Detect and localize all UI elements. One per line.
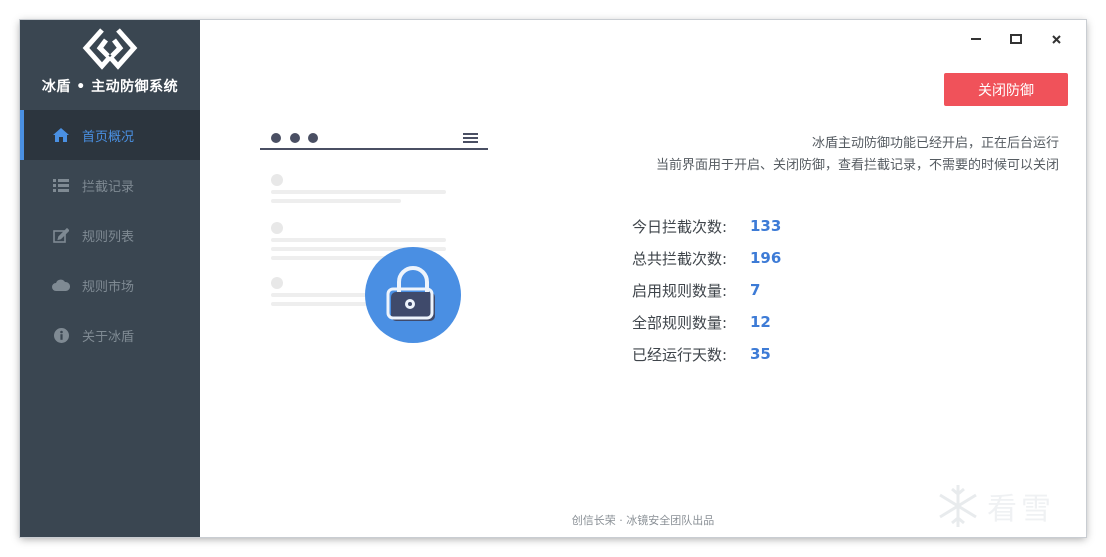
stat-label: 全部规则数量: <box>632 313 728 332</box>
stat-value: 196 <box>750 249 782 267</box>
sidebar-item-label: 关于冰盾 <box>82 329 135 345</box>
maximize-button[interactable] <box>996 28 1036 50</box>
logo-icon <box>82 26 138 70</box>
snowflake-icon <box>939 485 977 527</box>
sidebar-item-label: 规则列表 <box>82 229 135 245</box>
stat-label: 已经运行天数: <box>632 345 728 364</box>
sidebar-nav: 首页概况 拦截记录 规则列表 规则市场 关于冰盾 <box>20 110 200 360</box>
stat-value: 35 <box>750 345 771 363</box>
info-icon <box>52 327 70 343</box>
stat-label: 总共拦截次数: <box>632 249 728 268</box>
window-controls <box>956 28 1076 50</box>
description-line: 当前界面用于开启、关闭防御，查看拦截记录，不需要的时候可以关闭 <box>655 158 1059 173</box>
stat-value: 12 <box>750 313 771 331</box>
sidebar-item-about[interactable]: 关于冰盾 <box>20 310 200 360</box>
stat-label: 今日拦截次数: <box>632 217 728 236</box>
close-button[interactable] <box>1036 28 1076 50</box>
stat-label: 启用规则数量: <box>632 281 728 300</box>
stat-running-days: 已经运行天数: 35 <box>632 338 781 370</box>
sidebar: 冰盾 • 主动防御系统 首页概况 拦截记录 规则列表 规则市场 关于冰盾 <box>20 20 200 537</box>
app-window: 冰盾 • 主动防御系统 首页概况 拦截记录 规则列表 规则市场 关于冰盾 关闭防… <box>20 20 1086 537</box>
stat-value: 7 <box>750 281 761 299</box>
description-line: 冰盾主动防御功能已经开启，正在后台运行 <box>811 136 1059 151</box>
stat-today-intercepts: 今日拦截次数: 133 <box>632 210 781 242</box>
home-icon <box>52 127 70 143</box>
stat-all-rules: 全部规则数量: 12 <box>632 306 781 338</box>
stat-value: 133 <box>750 217 782 235</box>
sidebar-item-rule-market[interactable]: 规则市场 <box>20 260 200 310</box>
app-title: 冰盾 • 主动防御系统 <box>41 79 179 95</box>
stat-enabled-rules: 启用规则数量: 7 <box>632 274 781 306</box>
status-description: 冰盾主动防御功能已经开启，正在后台运行 当前界面用于开启、关闭防御，查看拦截记录… <box>656 133 1059 177</box>
minimize-icon <box>971 38 981 40</box>
sidebar-item-label: 规则市场 <box>82 279 135 295</box>
edit-icon <box>52 227 70 243</box>
stat-total-intercepts: 总共拦截次数: 196 <box>632 242 781 274</box>
watermark-text: 看雪 <box>987 492 1055 527</box>
watermark: 看雪 <box>935 478 1085 534</box>
sidebar-item-label: 拦截记录 <box>82 179 135 195</box>
maximize-icon <box>1010 34 1022 44</box>
sidebar-item-rule-list[interactable]: 规则列表 <box>20 210 200 260</box>
sidebar-item-label: 首页概况 <box>82 129 135 145</box>
cloud-icon <box>52 277 70 293</box>
close-icon <box>1051 34 1061 44</box>
minimize-button[interactable] <box>956 28 996 50</box>
lock-illustration <box>260 126 500 346</box>
sidebar-item-home[interactable]: 首页概况 <box>20 110 200 160</box>
list-icon <box>52 177 70 193</box>
stats-panel: 今日拦截次数: 133 总共拦截次数: 196 启用规则数量: 7 全部规则数量… <box>632 210 781 370</box>
sidebar-item-intercept-records[interactable]: 拦截记录 <box>20 160 200 210</box>
close-defense-button[interactable]: 关闭防御 <box>944 73 1068 106</box>
